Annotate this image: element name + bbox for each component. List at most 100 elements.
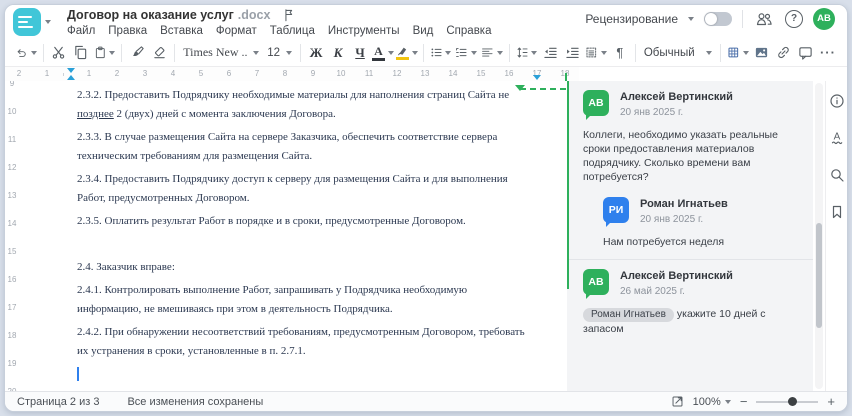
font-size-select[interactable]: 12: [263, 41, 296, 65]
italic-button[interactable]: К: [327, 41, 349, 65]
doc-line[interactable]: информацию, не вмешиваясь при этом в дея…: [77, 300, 559, 319]
doc-line[interactable]: 2.4.2. При обнаружении несоответствий тр…: [77, 323, 559, 342]
cut-button[interactable]: [48, 41, 70, 65]
review-mode-label[interactable]: Рецензирование: [585, 12, 678, 26]
doc-line[interactable]: 2.4.1. Контролировать выполнение Работ, …: [77, 281, 559, 300]
menu-item[interactable]: Формат: [216, 25, 257, 37]
flag-icon[interactable]: [282, 8, 296, 22]
collaboration-icon[interactable]: [753, 7, 775, 31]
info-icon[interactable]: [827, 91, 847, 111]
ruler-number: 12: [383, 67, 411, 81]
zoom-out-button[interactable]: −: [740, 394, 748, 409]
doc-line[interactable]: 2.4. Заказчик вправе:: [77, 258, 559, 277]
ruler-number: 18: [7, 330, 17, 340]
ruler-number: 13: [411, 67, 439, 81]
doc-line[interactable]: 2.3.5. Оплатить результат Работ в порядк…: [77, 212, 559, 231]
undo-button[interactable]: [13, 41, 39, 65]
ruler-number: 20: [7, 386, 17, 392]
zoom-slider[interactable]: [756, 397, 819, 407]
increase-indent-button[interactable]: [561, 41, 583, 65]
chevron-down-icon: [742, 50, 749, 55]
comment-thread[interactable]: АВ Алексей Вертинский 20 янв 2025 г. Кол…: [567, 81, 813, 259]
font-color-button[interactable]: А: [371, 41, 395, 65]
doc-line[interactable]: 2.3.2. Предоставить Подрядчику необходим…: [77, 86, 559, 105]
fit-page-icon[interactable]: [671, 395, 684, 408]
ruler-number: 11: [355, 67, 383, 81]
help-icon[interactable]: ?: [785, 9, 803, 28]
insert-link-button[interactable]: [773, 41, 795, 65]
menu-item[interactable]: Таблица: [270, 25, 315, 37]
search-icon[interactable]: [827, 165, 847, 185]
comment-reply[interactable]: РИ Роман Игнатьев 20 янв 2025 г. Нам пот…: [603, 197, 801, 249]
clear-formatting-button[interactable]: [148, 41, 170, 65]
comment-connector-line: [520, 88, 566, 90]
ruler-number: 7: [243, 67, 271, 81]
font-name-select[interactable]: Times New ...: [179, 41, 263, 65]
spellcheck-icon[interactable]: А: [827, 128, 847, 148]
slider-knob[interactable]: [788, 397, 798, 406]
show-formatting-marks-button[interactable]: ¶: [609, 41, 631, 65]
left-indent-marker[interactable]: [67, 75, 75, 80]
menu-item[interactable]: Справка: [446, 25, 491, 37]
chevron-down-icon: [30, 50, 37, 55]
document-page[interactable]: 2.3.2. Предоставить Подрядчику необходим…: [19, 81, 567, 391]
scrollbar-thumb[interactable]: [816, 223, 822, 328]
right-indent-marker[interactable]: [533, 75, 541, 80]
doc-line[interactable]: 2.3.4. Предоставить Подрядчику доступ к …: [77, 170, 559, 189]
user-avatar[interactable]: АВ: [813, 7, 835, 30]
paragraph[interactable]: [77, 365, 559, 384]
format-painter-button[interactable]: [126, 41, 148, 65]
menu-item[interactable]: Вставка: [160, 25, 203, 37]
copy-button[interactable]: [70, 41, 92, 65]
line-spacing-button[interactable]: [514, 41, 540, 65]
more-tools-button[interactable]: ···: [817, 41, 839, 65]
menu-item[interactable]: Файл: [67, 25, 95, 37]
zoom-in-button[interactable]: +: [827, 394, 835, 409]
paragraph-style-select[interactable]: Обычный: [640, 41, 717, 65]
paragraph[interactable]: 2.3.3. В случае размещения Сайта на серв…: [77, 128, 559, 166]
insert-comment-button[interactable]: [795, 41, 817, 65]
paragraph[interactable]: 2.3.5. Оплатить результат Работ в порядк…: [77, 212, 559, 231]
menu-item[interactable]: Инструменты: [328, 25, 400, 37]
align-button[interactable]: [479, 41, 505, 65]
insert-table-button[interactable]: [725, 41, 751, 65]
numbered-list-button[interactable]: [453, 41, 479, 65]
paragraph[interactable]: 2.4. Заказчик вправе:: [77, 258, 559, 277]
paragraph[interactable]: 2.3.2. Предоставить Подрядчику необходим…: [77, 86, 559, 124]
bullet-list-button[interactable]: [428, 41, 454, 65]
paragraph[interactable]: 2.4.2. При обнаружении несоответствий тр…: [77, 323, 559, 361]
paragraph[interactable]: 2.3.4. Предоставить Подрядчику доступ к …: [77, 170, 559, 208]
chevron-down-icon: [387, 50, 394, 55]
empty-paragraph[interactable]: [77, 235, 559, 254]
doc-line[interactable]: Работ, предусмотренных Договором.: [77, 189, 559, 208]
bookmark-icon[interactable]: [827, 202, 847, 222]
commented-text[interactable]: позднее: [77, 108, 114, 120]
menu-item[interactable]: Вид: [413, 25, 434, 37]
paragraph[interactable]: 2.4.1. Контролировать выполнение Работ, …: [77, 281, 559, 319]
zoom-level-select[interactable]: 100%: [693, 396, 731, 408]
doc-line[interactable]: их устранения в сроки, установленные в п…: [77, 342, 559, 361]
doc-line[interactable]: 2.3.3. В случае размещения Сайта на серв…: [77, 128, 559, 147]
decrease-indent-button[interactable]: [539, 41, 561, 65]
vertical-scrollbar[interactable]: [815, 83, 823, 389]
paragraph-settings-button[interactable]: [583, 41, 609, 65]
comment-thread[interactable]: АВ Алексей Вертинский 26 май 2025 г. Ром…: [567, 260, 813, 346]
page-indicator[interactable]: Страница 2 из 3: [17, 396, 99, 408]
review-toggle[interactable]: [704, 11, 732, 26]
divider: [508, 43, 510, 62]
ruler-number: 4: [159, 67, 187, 81]
paste-button[interactable]: [92, 41, 118, 65]
menu-item[interactable]: Правка: [108, 25, 147, 37]
app-logo[interactable]: [13, 8, 41, 36]
insert-image-button[interactable]: [751, 41, 773, 65]
underline-button[interactable]: Ч: [349, 41, 371, 65]
comment-author: Алексей Вертинский: [620, 91, 733, 103]
divider: [720, 43, 722, 62]
ruler-number: 8: [271, 67, 299, 81]
doc-line[interactable]: позднее 2 (двух) дней с момента заключен…: [77, 105, 559, 124]
bold-button[interactable]: Ж: [305, 41, 327, 65]
doc-line[interactable]: техническим требованиям для размещения С…: [77, 147, 559, 166]
highlight-button[interactable]: [395, 41, 419, 65]
first-line-indent-marker[interactable]: [67, 68, 75, 73]
chevron-down-icon[interactable]: [688, 16, 694, 21]
